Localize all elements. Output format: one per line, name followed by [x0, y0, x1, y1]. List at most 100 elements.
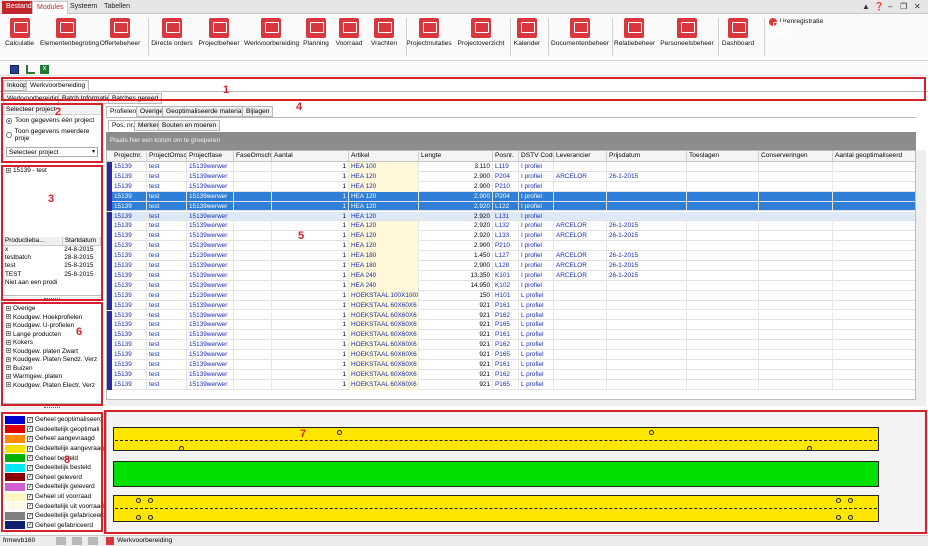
- table-row[interactable]: 15139 test 15139werwer 1 HEA 120 2.920 L122 I p…: [107, 201, 915, 212]
- user-icon[interactable]: [56, 537, 66, 545]
- grid-column-header[interactable]: DSTV Code: [519, 151, 554, 162]
- ribbon-offertebeheer-button[interactable]: Offertebeheer: [94, 16, 146, 60]
- category-item[interactable]: + Overige: [3, 305, 101, 314]
- category-item[interactable]: + Koudgew. platen Zwart: [3, 348, 101, 357]
- table-row[interactable]: 15139 test 15139werwer 1 HEA 240 14.950 K102 I …: [107, 280, 915, 291]
- status-doc-tab[interactable]: Werkvoorbereiding: [117, 537, 172, 544]
- ribbon-voorraad-button[interactable]: Voorraad: [334, 16, 364, 60]
- expand-icon[interactable]: +: [6, 348, 11, 354]
- category-item[interactable]: + Buizen: [3, 365, 101, 374]
- legend-checkbox[interactable]: ✓: [27, 474, 33, 481]
- legend-checkbox[interactable]: ✓: [27, 426, 33, 433]
- legend-checkbox[interactable]: ✓: [27, 503, 33, 510]
- expand-icon[interactable]: +: [6, 339, 11, 345]
- search-icon[interactable]: [72, 537, 82, 545]
- menu-tab-modules[interactable]: Modules: [32, 1, 69, 14]
- ribbon-kalender-button[interactable]: Kalender: [512, 16, 542, 60]
- table-row[interactable]: 15139 test 15139werwer 1 HOEKSTAAL 60X60X6 92…: [107, 360, 915, 370]
- legend-checkbox[interactable]: ✓: [27, 483, 33, 490]
- close-icon[interactable]: ✕: [914, 2, 921, 11]
- legend-checkbox[interactable]: ✓: [27, 416, 33, 423]
- grid-column-header[interactable]: Aantal geoptimaliseerd: [833, 151, 915, 162]
- tab-profielen[interactable]: Profielen: [106, 106, 141, 117]
- grid-vertical-scrollbar[interactable]: [916, 150, 926, 406]
- menu-tab-tabellen[interactable]: Tabellen: [100, 1, 134, 14]
- radio-single-project[interactable]: Toon gegevens één project: [3, 115, 101, 126]
- category-item[interactable]: + Lange producten: [3, 331, 101, 340]
- ribbon-vrachten-button[interactable]: Vrachten: [368, 16, 400, 60]
- legend-checkbox[interactable]: ✓: [27, 445, 33, 452]
- subtab-werkvoorbereiding[interactable]: Werkvoorbereiding: [3, 93, 67, 104]
- legend-checkbox[interactable]: ✓: [27, 435, 33, 442]
- minimize-icon[interactable]: –: [888, 2, 892, 11]
- subtab-batch-informatie[interactable]: Batch Informatie: [58, 93, 115, 104]
- radio-multiple-projects[interactable]: Toon gegevens meerdere proje: [3, 126, 101, 144]
- expand-icon[interactable]: +: [6, 322, 11, 328]
- ribbon-projectbeheer-button[interactable]: Projectbeheer: [198, 16, 240, 60]
- restore-icon[interactable]: ❐: [900, 2, 907, 11]
- legend-checkbox[interactable]: ✓: [27, 512, 33, 519]
- table-row[interactable]: 15139 test 15139werwer 1 HEA 180 2.900 L128 I p…: [107, 261, 915, 271]
- tab-geoptimaliseerde-materialen[interactable]: Geoptimaliseerde materialen: [162, 106, 255, 117]
- grid-column-header[interactable]: Toeslagen: [687, 151, 759, 162]
- table-row[interactable]: 15139 test 15139werwer 1 HOEKSTAAL 60X60X6 92…: [107, 300, 915, 311]
- expand-icon[interactable]: +: [6, 305, 11, 311]
- table-row[interactable]: 15139 test 15139werwer 1 HEA 120 2.920 L132 I p…: [107, 221, 915, 232]
- table-row[interactable]: 15139 test 15139werwer 1 HOEKSTAAL 60X60X6 92…: [107, 350, 915, 360]
- splitter-left-1[interactable]: [2, 297, 102, 301]
- tab-werkvoorbereiding[interactable]: Werkvoorbereiding: [26, 80, 90, 91]
- table-row[interactable]: 15139 test 15139werwer 1 HEA 180 1.450 L127 I p…: [107, 251, 915, 261]
- chart-icon[interactable]: [26, 65, 35, 74]
- subtab-batches-gereed[interactable]: Batches gereed: [108, 93, 163, 104]
- table-row[interactable]: 15139 test 15139werwer 1 HEA 100 3.110 L119 I p…: [107, 162, 915, 172]
- grid-column-header[interactable]: Posnr.: [493, 151, 519, 162]
- expand-icon[interactable]: +: [6, 365, 11, 371]
- table-row[interactable]: 15139 test 15139werwer 1 HEA 120 2.920 L133 I p…: [107, 231, 915, 242]
- grid-column-header[interactable]: Conserveringen: [759, 151, 833, 162]
- batch-row[interactable]: Niet aan een prodi: [3, 279, 101, 287]
- excel-icon[interactable]: x: [40, 65, 49, 74]
- expand-icon[interactable]: +: [6, 314, 11, 320]
- table-row[interactable]: 15139 test 15139werwer 1 HEA 240 13.350 K101 I …: [107, 270, 915, 281]
- table-row[interactable]: 15139 test 15139werwer 1 HEA 120 2.900 P204 I p…: [107, 191, 915, 202]
- ribbon-personeelsbeheer-button[interactable]: Personeelsbeheer: [660, 16, 714, 60]
- category-item[interactable]: + Koudgew. Platen Electr. Verz: [3, 382, 101, 391]
- trash-icon[interactable]: [88, 537, 98, 545]
- menu-tab-bestand[interactable]: Bestand: [2, 1, 36, 14]
- table-row[interactable]: 15139 test 15139werwer 1 HOEKSTAAL 60X60X6 92…: [107, 369, 915, 380]
- ribbon-documentenbeheer-button[interactable]: Documentenbeheer: [550, 16, 610, 60]
- collapse-icon[interactable]: ▲: [862, 2, 870, 11]
- grid-column-header[interactable]: Projectnr.: [112, 151, 147, 162]
- grid-column-header[interactable]: ProjectOmsch: [147, 151, 187, 162]
- category-item[interactable]: + Koudgew. U-profielen: [3, 322, 101, 331]
- expand-icon[interactable]: +: [6, 331, 11, 337]
- batch-row[interactable]: testbatch 28-8-2015: [3, 254, 101, 262]
- expand-icon[interactable]: +: [6, 167, 11, 173]
- group-by-panel[interactable]: Plaats hier een kolom om te groeperen: [106, 132, 916, 150]
- ribbon-planning-button[interactable]: Planning: [302, 16, 330, 60]
- legend-checkbox[interactable]: ✓: [27, 455, 33, 462]
- grid-column-header[interactable]: Projectfase: [187, 151, 234, 162]
- table-row[interactable]: 15139 test 15139werwer 1 HOEKSTAAL 60X60X6 92…: [107, 330, 915, 341]
- batch-row[interactable]: TEST 25-8-2015: [3, 271, 101, 279]
- batch-row[interactable]: x 24-8-2015: [3, 246, 101, 255]
- menu-tab-systeem[interactable]: Systeem: [66, 1, 101, 14]
- category-item[interactable]: + Kokers: [3, 339, 101, 348]
- ribbon-relatiebeheer-button[interactable]: Relatiebeheer: [614, 16, 655, 60]
- batch-header-name[interactable]: Productieba...: [3, 237, 63, 246]
- grid-column-header[interactable]: Prijsdatum: [607, 151, 687, 162]
- splitter-left-2[interactable]: [2, 406, 102, 410]
- category-item[interactable]: + Koudgew. Platen Sendz. Verz: [3, 356, 101, 365]
- grid-column-header[interactable]: FaseOmschrij: [234, 151, 272, 162]
- ribbon-urenregistratie-button[interactable]: Urenregistratie: [766, 16, 826, 60]
- category-item[interactable]: + Koudgew. Hoekprofielen: [3, 314, 101, 323]
- table-row[interactable]: 15139 test 15139werwer 1 HEA 120 2.900 P204 I p…: [107, 171, 915, 182]
- save-icon[interactable]: [10, 65, 19, 74]
- bar-2[interactable]: [113, 461, 879, 487]
- table-row[interactable]: 15139test15139werwer 1HOEKSTAAL 100X100X1…: [107, 290, 915, 301]
- category-item[interactable]: + Warmgew. platen: [3, 373, 101, 382]
- grid-column-header[interactable]: Leverancier: [554, 151, 607, 162]
- help-icon[interactable]: ❓: [874, 2, 884, 11]
- ribbon-projectmutaties-button[interactable]: Projectmutaties: [406, 16, 452, 60]
- grid-column-header[interactable]: Artikel: [349, 151, 419, 162]
